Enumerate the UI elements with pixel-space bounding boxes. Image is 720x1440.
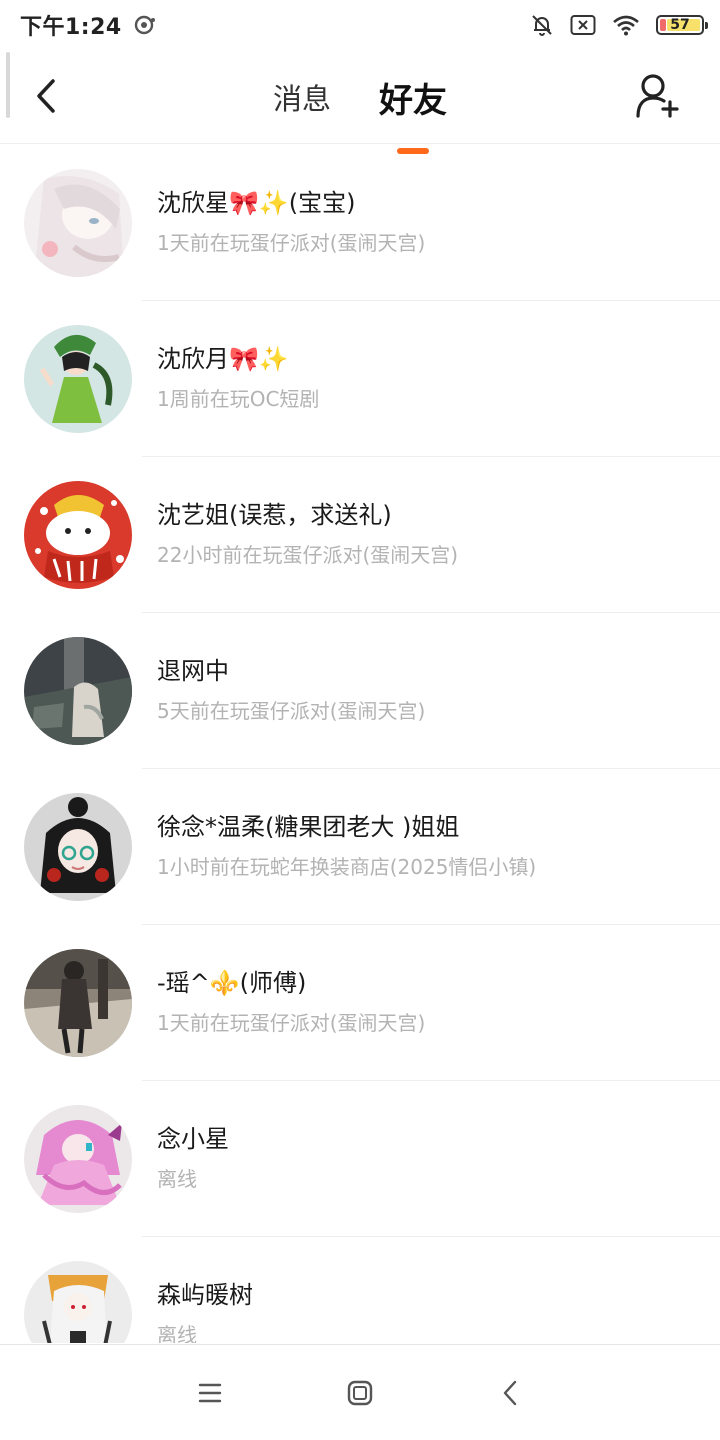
- system-back-button[interactable]: [494, 1377, 526, 1409]
- friend-name: 徐念*温柔(糖果团老大 )姐姐: [157, 813, 460, 841]
- avatar[interactable]: [24, 1105, 132, 1213]
- friend-row[interactable]: 念小星 离线: [0, 1081, 720, 1237]
- media-notification-icon: [134, 14, 156, 36]
- friend-name: 沈欣星🎀✨(宝宝): [157, 189, 356, 217]
- add-user-icon: [636, 74, 679, 118]
- recent-apps-button[interactable]: [194, 1377, 226, 1409]
- friend-name: 念小星: [157, 1125, 229, 1153]
- avatar[interactable]: [24, 637, 132, 745]
- wifi-icon: [612, 14, 640, 36]
- avatar[interactable]: [24, 169, 132, 277]
- status-right: 57: [530, 13, 708, 37]
- friend-name: 沈欣月🎀✨: [157, 345, 289, 373]
- header: 消息 好友: [0, 50, 720, 154]
- friends-screen: 下午1:24 57 消息 好友 沈欣星🎀✨(宝宝) 1天前在玩蛋仔派对(蛋闹天宫…: [0, 0, 720, 1440]
- tab-messages-label: 消息: [272, 82, 331, 116]
- avatar[interactable]: [24, 793, 132, 901]
- status-time: 下午1:24: [20, 15, 122, 40]
- friend-status: 1天前在玩蛋仔派对(蛋闹天宫): [157, 1011, 426, 1035]
- tab-bar: 消息 好友: [0, 50, 720, 154]
- tab-friends[interactable]: 好友: [377, 73, 449, 154]
- battery-indicator: 57: [656, 15, 708, 35]
- friend-name: 退网中: [157, 657, 229, 685]
- friend-row[interactable]: 沈欣月🎀✨ 1周前在玩OC短剧: [0, 301, 720, 457]
- status-bar: 下午1:24 57: [0, 0, 720, 50]
- friend-row[interactable]: 沈欣星🎀✨(宝宝) 1天前在玩蛋仔派对(蛋闹天宫): [0, 145, 720, 301]
- home-square-icon: [347, 1380, 373, 1406]
- friend-name: 森屿暖树: [157, 1281, 253, 1309]
- friend-status: 离线: [157, 1167, 197, 1191]
- friend-status: 1小时前在玩蛇年换装商店(2025情侣小镇): [157, 855, 537, 879]
- home-button[interactable]: [344, 1377, 376, 1409]
- menu-icon: [198, 1383, 222, 1403]
- system-nav-bar: [0, 1344, 720, 1440]
- avatar[interactable]: [24, 949, 132, 1057]
- sim-off-icon: [570, 14, 596, 36]
- avatar[interactable]: [24, 1261, 132, 1343]
- bell-muted-icon: [530, 13, 554, 37]
- friend-status: 1天前在玩蛋仔派对(蛋闹天宫): [157, 231, 426, 255]
- add-friend-button[interactable]: [632, 70, 682, 122]
- friend-name: -瑶^⚜️(师傅): [157, 969, 307, 997]
- friend-row[interactable]: 徐念*温柔(糖果团老大 )姐姐 1小时前在玩蛇年换装商店(2025情侣小镇): [0, 769, 720, 925]
- friend-list: 沈欣星🎀✨(宝宝) 1天前在玩蛋仔派对(蛋闹天宫) 沈欣月🎀✨ 1周前在玩OC短…: [0, 145, 720, 1343]
- friend-name: 沈艺姐(误惹，求送礼): [157, 501, 392, 529]
- friend-row[interactable]: 沈艺姐(误惹，求送礼) 22小时前在玩蛋仔派对(蛋闹天宫): [0, 457, 720, 613]
- friend-status: 5天前在玩蛋仔派对(蛋闹天宫): [157, 699, 426, 723]
- status-left: 下午1:24: [20, 9, 156, 41]
- friend-status: 22小时前在玩蛋仔派对(蛋闹天宫): [157, 543, 459, 567]
- friend-row[interactable]: 退网中 5天前在玩蛋仔派对(蛋闹天宫): [0, 613, 720, 769]
- friend-status: 离线: [157, 1323, 197, 1343]
- battery-level: 57: [670, 17, 690, 33]
- friend-row[interactable]: -瑶^⚜️(师傅) 1天前在玩蛋仔派对(蛋闹天宫): [0, 925, 720, 1081]
- battery-low-segment: [660, 19, 666, 31]
- tab-messages[interactable]: 消息: [271, 76, 333, 118]
- chevron-left-icon: [503, 1380, 517, 1406]
- friend-status: 1周前在玩OC短剧: [157, 387, 320, 411]
- tab-friends-label: 好友: [379, 80, 447, 121]
- avatar[interactable]: [24, 325, 132, 433]
- friend-row[interactable]: 森屿暖树 离线: [0, 1237, 720, 1343]
- avatar[interactable]: [24, 481, 132, 589]
